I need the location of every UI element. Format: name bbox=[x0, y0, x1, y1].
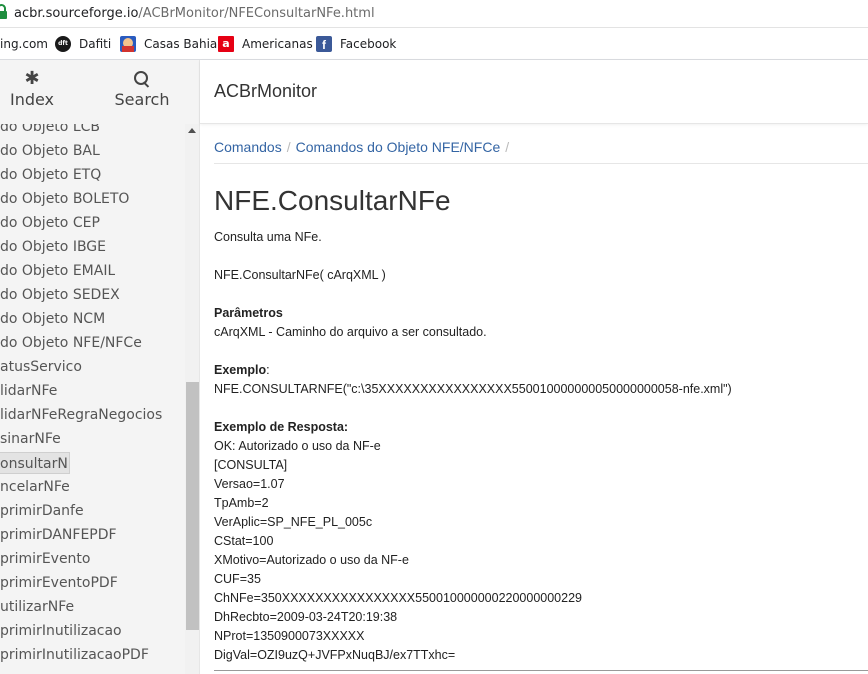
sidebar-item[interactable]: do Objeto NFE/NFCe bbox=[0, 332, 142, 354]
response-line: TpAmb=2 bbox=[214, 496, 269, 510]
scroll-up-arrow-icon[interactable] bbox=[188, 128, 196, 133]
sidebar-item[interactable]: ncelarNFe bbox=[0, 476, 70, 498]
page-title: NFE.ConsultarNFe bbox=[214, 185, 451, 216]
asterisk-icon: ✱ bbox=[24, 68, 40, 89]
sidebar-item[interactable]: lidarNFe bbox=[0, 380, 57, 402]
lock-icon[interactable] bbox=[0, 4, 8, 19]
sidebar-item[interactable]: do Objeto NCM bbox=[0, 308, 105, 330]
command-signature: NFE.ConsultarNFe( cArqXML ) bbox=[214, 268, 386, 282]
search-icon bbox=[133, 70, 151, 88]
sidebar-item[interactable]: sinarNFe bbox=[0, 428, 61, 450]
response-line: NProt=1350900073XXXXX bbox=[214, 629, 365, 643]
response-line: CUF=35 bbox=[214, 572, 261, 586]
sidebar-item[interactable]: do Objeto IBGE bbox=[0, 236, 106, 258]
sidebar-item[interactable]: lidarNFeRegraNegocios bbox=[0, 404, 162, 426]
sidebar-item[interactable]: utilizarNFe bbox=[0, 596, 74, 618]
sidebar-item[interactable]: do Objeto BOLETO bbox=[0, 188, 129, 210]
example-heading: Exemplo: bbox=[214, 363, 270, 377]
response-line: XMotivo=Autorizado o uso da NF-e bbox=[214, 553, 409, 567]
sidebar: ✱ Index Search do Objeto LCB do Objeto BA… bbox=[0, 60, 200, 674]
site-header: ACBrMonitor bbox=[200, 60, 868, 124]
main-content: Comandos / Comandos do Objeto NFE/NFCe / NF… bbox=[200, 124, 868, 674]
bookmarks-bar: ing.com dft Dafiti Casas Bahia a America… bbox=[0, 28, 868, 60]
site-title[interactable]: ACBrMonitor bbox=[214, 81, 317, 102]
sidebar-item[interactable]: do Objeto SEDEX bbox=[0, 284, 120, 306]
sidebar-nav: ✱ Index Search bbox=[0, 60, 199, 124]
facebook-icon[interactable]: f bbox=[316, 36, 332, 52]
page-description: Consulta uma NFe. bbox=[214, 230, 322, 244]
dafiti-icon[interactable]: dft bbox=[55, 36, 71, 52]
breadcrumb-separator: / bbox=[505, 139, 510, 155]
response-heading: Exemplo de Resposta: bbox=[214, 420, 349, 434]
sidebar-item[interactable]: do Objeto EMAIL bbox=[0, 260, 115, 282]
sidebar-item-current[interactable]: onsultarNFe bbox=[0, 452, 70, 474]
response-line: DhRecbto=2009-03-24T20:19:38 bbox=[214, 610, 398, 624]
sidebar-item[interactable]: primirInutilizacaoPDF bbox=[0, 644, 149, 666]
breadcrumb: Comandos / Comandos do Objeto NFE/NFCe / bbox=[214, 139, 514, 155]
index-button[interactable]: ✱ Index bbox=[0, 68, 64, 110]
response-line: Versao=1.07 bbox=[214, 477, 285, 491]
sidebar-item[interactable]: do Objeto LCB bbox=[0, 124, 100, 138]
sidebar-item[interactable]: do Objeto BAL bbox=[0, 140, 100, 162]
response-line: DigVal=OZI9uzQ+JVFPxNuqBJ/ex7TTxhc= bbox=[214, 648, 456, 662]
bookmark-dafiti[interactable]: Dafiti bbox=[79, 37, 111, 51]
sidebar-item[interactable]: primirDanfe bbox=[0, 500, 84, 522]
index-label: Index bbox=[9, 90, 55, 109]
bookmark-americanas[interactable]: Americanas bbox=[242, 37, 313, 51]
divider bbox=[214, 670, 868, 671]
americanas-icon[interactable]: a bbox=[218, 36, 234, 52]
example-line: NFE.CONSULTARNFE("c:\35XXXXXXXXXXXXXXXX5… bbox=[214, 382, 732, 396]
params-heading: Parâmetros bbox=[214, 306, 283, 320]
sidebar-item[interactable]: primirInutilizacao bbox=[0, 620, 122, 642]
casas-bahia-icon[interactable] bbox=[120, 36, 136, 52]
bookmark-casas-bahia[interactable]: Casas Bahia bbox=[144, 37, 217, 51]
response-line: ChNFe=350XXXXXXXXXXXXXXXX550010000000220… bbox=[214, 591, 582, 605]
param-line: cArqXML - Caminho do arquivo a ser consu… bbox=[214, 325, 487, 339]
breadcrumb-comandos[interactable]: Comandos bbox=[214, 139, 282, 155]
response-line: VerAplic=SP_NFE_PL_005c bbox=[214, 515, 373, 529]
bookmark-facebook[interactable]: Facebook bbox=[340, 37, 396, 51]
sidebar-scroll-thumb[interactable] bbox=[186, 382, 199, 630]
address-bar[interactable]: acbr.sourceforge.io/ACBrMonitor/NFEConsu… bbox=[0, 0, 868, 28]
divider bbox=[214, 163, 868, 164]
breadcrumb-separator: / bbox=[286, 139, 291, 155]
bookmark-ing[interactable]: ing.com bbox=[0, 37, 48, 51]
sidebar-toc: do Objeto LCB do Objeto BAL do Objeto ETQ d… bbox=[0, 124, 184, 674]
search-label: Search bbox=[114, 90, 170, 109]
sidebar-item[interactable]: do Objeto CEP bbox=[0, 212, 100, 234]
response-line: OK: Autorizado o uso da NF-e bbox=[214, 439, 381, 453]
response-line: CStat=100 bbox=[214, 534, 274, 548]
sidebar-item[interactable]: do Objeto ETQ bbox=[0, 164, 101, 186]
breadcrumb-objeto-nfe[interactable]: Comandos do Objeto NFE/NFCe bbox=[296, 139, 501, 155]
url-text[interactable]: acbr.sourceforge.io/ACBrMonitor/NFEConsu… bbox=[14, 6, 375, 21]
sidebar-item[interactable]: primirDANFEPDF bbox=[0, 524, 117, 546]
sidebar-item[interactable]: primirEvento bbox=[0, 548, 91, 570]
search-button[interactable]: Search bbox=[102, 70, 182, 109]
sidebar-item[interactable]: primirEventoPDF bbox=[0, 572, 118, 594]
sidebar-item[interactable]: atusServico bbox=[0, 356, 82, 378]
response-line: [CONSULTA] bbox=[214, 458, 288, 472]
